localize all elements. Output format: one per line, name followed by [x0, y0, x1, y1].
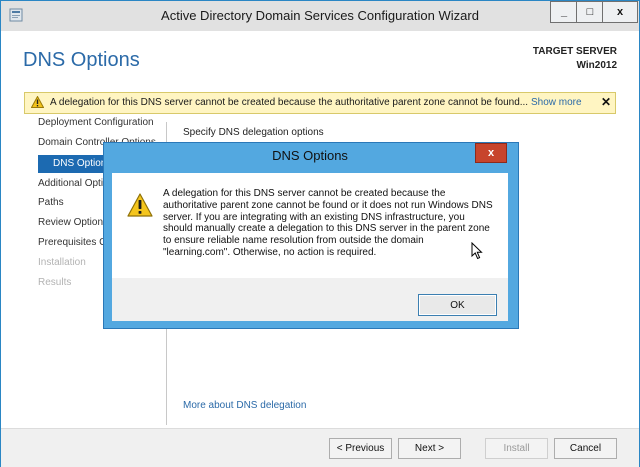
close-window-button[interactable]: x: [602, 1, 638, 23]
install-button: Install: [485, 438, 548, 459]
maximize-button[interactable]: □: [576, 1, 604, 23]
warning-bar: A delegation for this DNS server cannot …: [24, 92, 616, 114]
dialog-message: A delegation for this DNS server cannot …: [163, 188, 493, 258]
dialog-title: DNS Options: [272, 148, 348, 163]
dialog-close-button[interactable]: x: [475, 143, 507, 163]
next-button[interactable]: Next >: [398, 438, 461, 459]
ok-button[interactable]: OK: [418, 294, 497, 316]
show-more-link[interactable]: Show more: [531, 97, 582, 108]
warning-icon: [127, 193, 153, 217]
nav-item-deployment-configuration[interactable]: Deployment Configuration: [38, 117, 164, 128]
target-server-label: TARGET SERVER: [532, 46, 617, 57]
section-subtitle: Specify DNS delegation options: [183, 127, 324, 138]
more-about-dns-delegation-link[interactable]: More about DNS delegation: [183, 400, 306, 411]
previous-button[interactable]: < Previous: [329, 438, 392, 459]
mouse-cursor-icon: [471, 242, 483, 260]
window-title: Active Directory Domain Services Configu…: [161, 8, 479, 23]
dns-options-dialog: DNS Options x A delegation for this DNS …: [103, 142, 519, 329]
dialog-body: A delegation for this DNS server cannot …: [112, 173, 508, 321]
title-bar: Active Directory Domain Services Configu…: [1, 1, 639, 31]
cancel-button[interactable]: Cancel: [554, 438, 617, 459]
minimize-button[interactable]: _: [550, 1, 578, 23]
target-server-name: Win2012: [576, 60, 617, 71]
wizard-footer: < Previous Next > Install Cancel: [1, 428, 639, 467]
warning-message: A delegation for this DNS server cannot …: [50, 97, 529, 108]
dialog-content: A delegation for this DNS server cannot …: [112, 173, 508, 278]
page-heading: DNS Options: [23, 49, 140, 71]
dismiss-warning-button[interactable]: ✕: [601, 95, 611, 109]
warning-icon: [31, 96, 44, 108]
